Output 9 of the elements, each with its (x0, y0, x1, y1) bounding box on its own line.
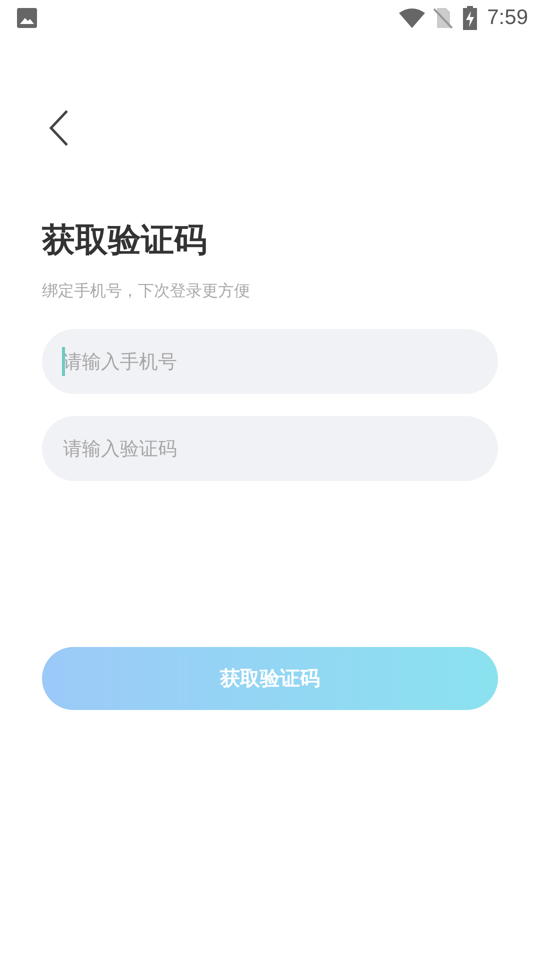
input-field[interactable]: 请输入手机号 (42, 329, 498, 394)
no-sim-icon (433, 7, 454, 29)
image-icon (17, 8, 37, 28)
clock-time: 7:59 (487, 6, 528, 30)
battery-charging-icon (463, 6, 478, 30)
subtitle: 绑定手机号，下次登录更方便 (42, 280, 251, 302)
input-field[interactable]: 请输入验证码 (42, 416, 498, 481)
page-title: 获取验证码 (42, 219, 208, 261)
wifi-icon (399, 8, 426, 28)
